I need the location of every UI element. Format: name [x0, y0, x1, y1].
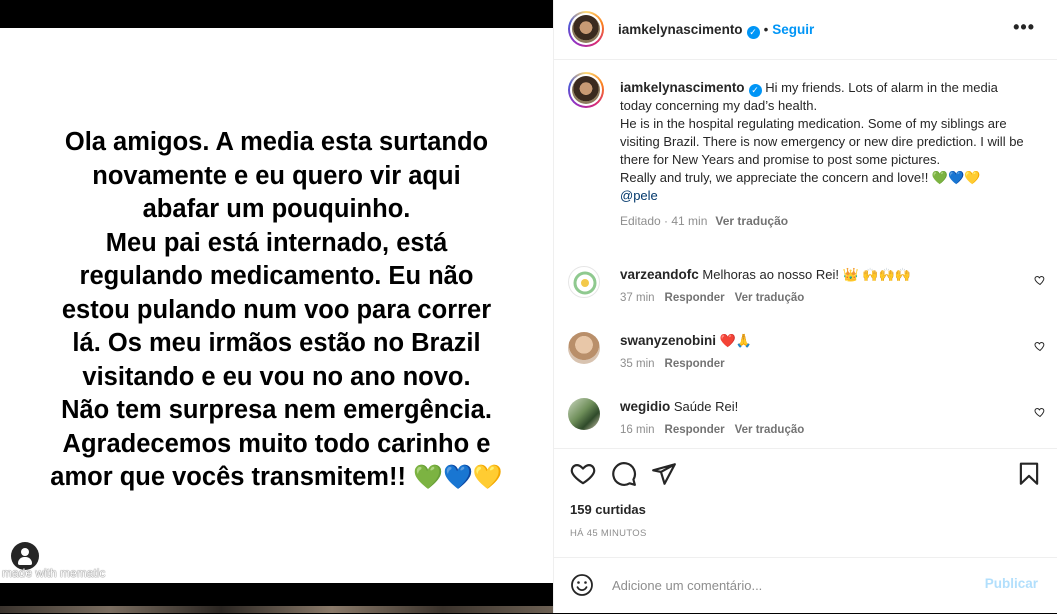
- comment-username[interactable]: wegidio: [620, 399, 670, 414]
- comment-meta: 37 min Responder Ver tradução: [620, 292, 804, 304]
- reply-button[interactable]: Responder: [665, 358, 725, 370]
- comment-text: ❤️🙏: [719, 333, 753, 348]
- post-timestamp: HÁ 45 MINUTOS: [570, 528, 647, 539]
- separator-dot: •: [763, 22, 769, 37]
- story-line: Ola amigos. A media esta surtando: [64, 128, 489, 156]
- comment-username[interactable]: swanyzenobini: [620, 333, 716, 348]
- story-image: Ola amigos. A media esta surtando novame…: [0, 28, 553, 583]
- comment-avatar[interactable]: [568, 266, 600, 298]
- translate-link[interactable]: Ver tradução: [735, 292, 805, 304]
- comment-time: 35 min: [620, 358, 655, 370]
- header-user: iamkelynascimento ✓ • Seguir: [618, 22, 814, 39]
- comment-text-row: swanyzenobini ❤️🙏: [620, 333, 752, 349]
- header-username[interactable]: iamkelynascimento: [618, 22, 743, 37]
- like-comment-heart-icon[interactable]: [1034, 274, 1046, 286]
- follow-button[interactable]: Seguir: [772, 22, 814, 37]
- caption-text: He is in the hospital regulating medicat…: [620, 116, 1024, 167]
- reply-button[interactable]: Responder: [665, 424, 725, 436]
- emoji-icon[interactable]: [570, 573, 594, 597]
- comment-meta: 16 min Responder Ver tradução: [620, 424, 804, 436]
- comment-item: swanyzenobini ❤️🙏 35 min Responder: [568, 332, 1048, 376]
- comment-avatar[interactable]: [568, 398, 600, 430]
- comment-username[interactable]: varzeandofc: [620, 267, 699, 282]
- comment-time: 16 min: [620, 424, 655, 436]
- story-line: lá. Os meu irmãos estão no Brazil: [72, 329, 481, 357]
- hearts-emoji: 💚💙💛: [413, 464, 503, 491]
- like-comment-heart-icon[interactable]: [1034, 340, 1046, 352]
- caption-text: Really and truly, we appreciate the conc…: [620, 170, 981, 185]
- comment-input[interactable]: [610, 571, 974, 599]
- comment-avatar[interactable]: [568, 332, 600, 364]
- story-line: regulando medicamento. Eu não: [79, 262, 474, 290]
- header-avatar[interactable]: [568, 11, 604, 47]
- publish-button[interactable]: Publicar: [985, 576, 1038, 591]
- story-line: Meu pai está internado, está: [105, 228, 448, 257]
- add-comment-bar: Publicar: [554, 557, 1057, 614]
- caption-body: iamkelynascimento ✓ Hi my friends. Lots o…: [620, 79, 1030, 230]
- share-paper-plane-icon[interactable]: [651, 461, 677, 487]
- comment-text: Saúde Rei!: [673, 399, 739, 414]
- translate-link[interactable]: Ver tradução: [715, 214, 788, 228]
- verified-badge-icon: ✓: [748, 84, 762, 97]
- like-comment-heart-icon[interactable]: [1034, 406, 1046, 418]
- comment-bubble-icon[interactable]: [611, 461, 637, 487]
- likes-count[interactable]: 159 curtidas: [570, 502, 646, 517]
- save-bookmark-icon[interactable]: [1016, 461, 1042, 487]
- watermark: made with mematic: [2, 566, 106, 580]
- story-line: abafar um pouquinho.: [142, 195, 411, 223]
- story-line: novamente e eu quero vir aqui: [92, 161, 461, 190]
- caption-avatar[interactable]: [568, 72, 604, 108]
- story-line: estou pulando num voo para correr: [61, 295, 492, 324]
- caption-meta: Editado · 41 min Ver tradução: [620, 212, 1030, 230]
- mention-link[interactable]: @pele: [620, 188, 658, 203]
- verified-badge-icon: ✓: [746, 26, 760, 39]
- post-media[interactable]: Ola amigos. A media esta surtando novame…: [0, 0, 553, 613]
- like-heart-icon[interactable]: [570, 461, 596, 487]
- caption-username[interactable]: iamkelynascimento: [620, 80, 745, 95]
- story-line-last: amor que vocês transmitem!! 💚💙💛: [10, 461, 543, 495]
- carousel-strip: [0, 606, 553, 613]
- translate-link[interactable]: Ver tradução: [735, 424, 805, 436]
- comment-text-row: varzeandofc Melhoras ao nosso Rei! 👑 🙌🙌🙌: [620, 267, 911, 283]
- caption-first-line: iamkelynascimento ✓ Hi my friends. Lots o…: [620, 79, 1030, 115]
- comment-text: Melhoras ao nosso Rei! 👑 🙌🙌🙌: [702, 267, 911, 282]
- post-panel: iamkelynascimento ✓ • Seguir ••• iamkelynas…: [553, 0, 1057, 613]
- comment-meta: 35 min Responder: [620, 358, 725, 370]
- action-bar: 159 curtidas HÁ 45 MINUTOS: [554, 448, 1057, 545]
- comment-time: 37 min: [620, 292, 655, 304]
- story-line: Não tem surpresa nem emergência.: [61, 396, 492, 424]
- story-text: Ola amigos. A media esta surtando novame…: [10, 126, 543, 495]
- edited-label: Editado · 41 min: [620, 214, 708, 228]
- comment-text-row: wegidio Saúde Rei!: [620, 399, 738, 414]
- story-line: visitando e eu vou no ano novo.: [82, 362, 471, 391]
- comment-item: varzeandofc Melhoras ao nosso Rei! 👑 🙌🙌🙌…: [568, 266, 1048, 310]
- story-line: Agradecemos muito todo carinho e: [62, 429, 491, 458]
- reply-button[interactable]: Responder: [665, 292, 725, 304]
- post-header: iamkelynascimento ✓ • Seguir •••: [554, 0, 1057, 60]
- story-line-text: amor que vocês transmitem!!: [50, 463, 406, 491]
- comment-item: wegidio Saúde Rei! 16 min Responder Ver tr…: [568, 398, 1048, 442]
- more-options-icon[interactable]: •••: [1013, 17, 1035, 38]
